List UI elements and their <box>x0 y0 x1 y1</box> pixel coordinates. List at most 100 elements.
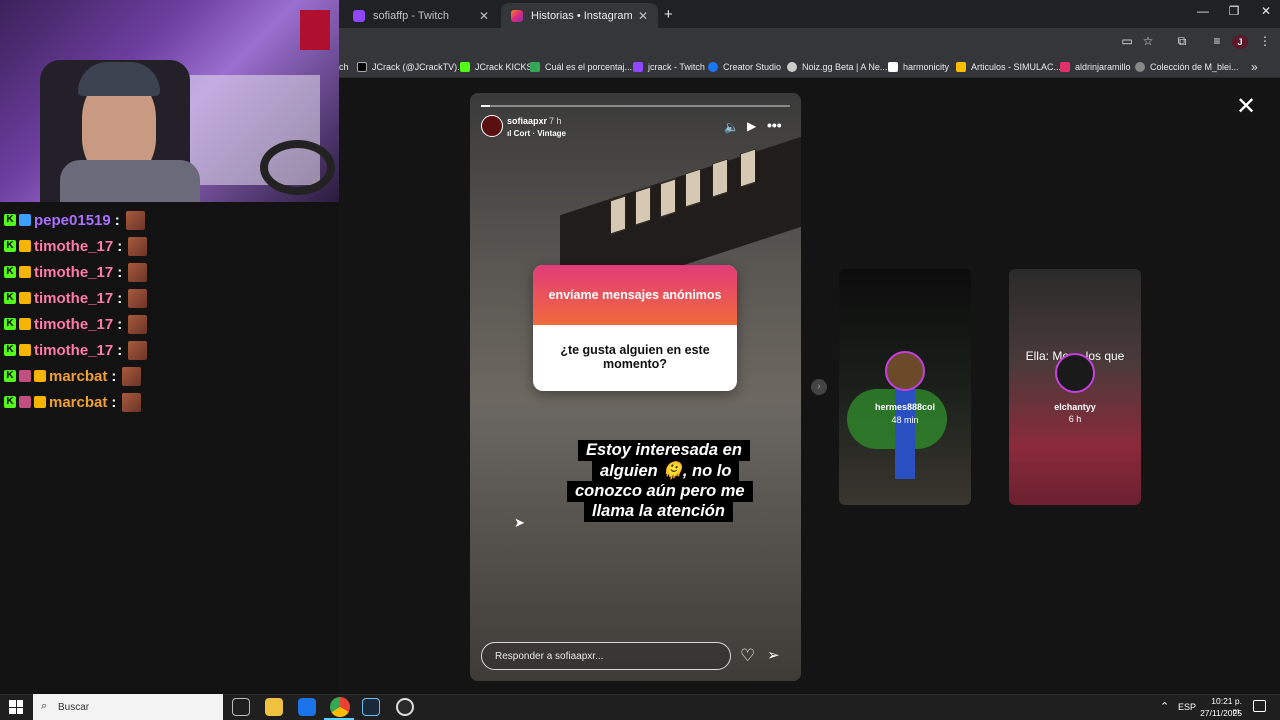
bookmarks-more-icon[interactable]: » <box>1251 59 1258 75</box>
bookmark-star-icon[interactable]: ☆ <box>1139 34 1157 50</box>
taskbar-search-input[interactable]: ⌕ Buscar <box>33 694 223 720</box>
bookmark-articulos[interactable]: Articulos - SIMULAC... <box>956 59 1061 75</box>
restore-button[interactable]: ❐ <box>1219 4 1249 18</box>
extensions-icon[interactable]: ⧉ <box>1173 34 1191 50</box>
bookmark-noiz[interactable]: Noiz.gg Beta | A Ne... <box>787 59 887 75</box>
chat-username[interactable]: timothe_17 <box>34 238 113 255</box>
bookmark-label: Colección de M_blei... <box>1150 62 1239 72</box>
windows-start-icon[interactable] <box>9 700 23 714</box>
kick-badge-icon: K <box>4 396 16 408</box>
chat-username[interactable]: timothe_17 <box>34 342 113 359</box>
cast-icon[interactable]: ▭ <box>1118 34 1136 50</box>
close-tab-icon[interactable]: ✕ <box>479 9 489 23</box>
question-sticker[interactable]: envíame mensajes anónimos ¿te gusta algu… <box>533 265 737 391</box>
crown-badge-icon <box>34 370 46 382</box>
tab-label: Historias • Instagram <box>531 9 633 22</box>
chat-username[interactable]: timothe_17 <box>34 264 113 281</box>
chat-message: K timothe_17 : <box>4 287 148 309</box>
preview-username: hermes888col <box>874 402 936 412</box>
story-progress-track <box>481 105 790 107</box>
outlook-icon[interactable] <box>298 698 316 716</box>
crown-badge-icon <box>19 240 31 252</box>
tab-twitch[interactable]: sofiaffp - Twitch ✕ <box>343 3 499 28</box>
file-explorer-icon[interactable] <box>265 698 283 716</box>
chat-message: K timothe_17 : <box>4 235 148 257</box>
music-label: Cort · Vintage <box>513 129 566 138</box>
caption-line: Estoy interesada en <box>578 440 750 461</box>
preview-time: 6 h <box>1068 414 1082 424</box>
emote-icon <box>128 314 148 334</box>
menu-item-image <box>685 168 701 208</box>
clock-date[interactable]: 27/11/2025 <box>1200 708 1242 718</box>
menu-item-image <box>660 178 676 218</box>
story-time: 7 h <box>549 116 562 126</box>
bookmark-jcrack-twitch[interactable]: jcrack - Twitch <box>633 59 705 75</box>
tab-instagram[interactable]: Historias • Instagram ✕ <box>501 3 658 28</box>
crown-badge-icon <box>34 396 46 408</box>
steam-icon[interactable] <box>362 698 380 716</box>
chat-username[interactable]: marcbat <box>49 368 107 385</box>
reply-input[interactable]: Responder a sofiaapxr... <box>481 642 731 670</box>
crown-badge-icon <box>19 292 31 304</box>
emote-icon <box>122 392 142 412</box>
next-story-arrow-icon[interactable]: › <box>811 379 827 395</box>
facebook-logo-icon <box>708 62 718 72</box>
chat-username[interactable]: timothe_17 <box>34 290 113 307</box>
site-favicon-icon <box>1135 62 1145 72</box>
tray-chevron-icon[interactable]: ⌃ <box>1160 700 1169 713</box>
tab-label: sofiaffp - Twitch <box>373 9 450 22</box>
task-view-icon[interactable] <box>232 698 250 716</box>
bookmark-aldrin[interactable]: aldrinjaramillo <box>1060 59 1131 75</box>
steering-wheel-image <box>260 140 335 195</box>
bookmark-kick[interactable]: JCrack KICKS <box>460 59 533 75</box>
instagram-logo-icon <box>1060 62 1070 72</box>
mouse-cursor-icon: ➤ <box>514 515 525 530</box>
mute-icon[interactable]: 🔈 <box>724 120 739 134</box>
bookmark-label: Cuál es el porcentaj... <box>545 62 633 72</box>
language-indicator[interactable]: ESP <box>1178 702 1196 712</box>
chat-username[interactable]: marcbat <box>49 394 107 411</box>
new-tab-button[interactable]: + <box>664 6 673 23</box>
story-user-avatar[interactable] <box>481 115 503 137</box>
crown-badge-icon <box>19 344 31 356</box>
chat-separator: : <box>117 237 123 255</box>
chat-separator: : <box>117 289 123 307</box>
bookmark-x-jcrack[interactable]: JCrack (@JCrackTV)... <box>357 59 465 75</box>
share-send-icon[interactable]: ➢ <box>767 646 780 664</box>
emote-icon <box>122 366 142 386</box>
bookmark-label: JCrack KICKS <box>475 62 533 72</box>
bookmark-porcentaje[interactable]: Cuál es el porcentaj... <box>530 59 632 75</box>
chat-username[interactable]: pepe01519 <box>34 212 111 229</box>
cap-image <box>78 62 160 96</box>
bookmark-label: Articulos - SIMULAC... <box>971 62 1062 72</box>
close-window-button[interactable]: ✕ <box>1251 4 1280 18</box>
close-story-button[interactable]: ✕ <box>1236 92 1256 121</box>
bookmark-twitch[interactable]: ch <box>339 59 349 75</box>
browser-menu-icon[interactable]: ⋮ <box>1256 34 1274 50</box>
chat-username[interactable]: timothe_17 <box>34 316 113 333</box>
preview-avatar[interactable] <box>885 351 925 391</box>
close-tab-icon[interactable]: ✕ <box>638 9 648 23</box>
chat-separator: : <box>111 367 117 385</box>
bookmark-coleccion[interactable]: Colección de M_blei... <box>1135 59 1239 75</box>
story-music[interactable]: ıl Cort · Vintage <box>507 129 566 138</box>
more-options-icon[interactable]: ••• <box>767 117 782 133</box>
chrome-icon[interactable] <box>330 697 350 717</box>
drive-logo-icon <box>956 62 966 72</box>
bookmark-harmonicity[interactable]: harmonicity <box>888 59 949 75</box>
preview-avatar[interactable] <box>1055 353 1095 393</box>
harmonicity-logo-icon <box>888 62 898 72</box>
notifications-icon[interactable] <box>1253 700 1266 712</box>
bookmark-label: aldrinjaramillo <box>1075 62 1131 72</box>
bookmark-creator-studio[interactable]: Creator Studio <box>708 59 781 75</box>
x-logo-icon <box>357 62 367 72</box>
profile-avatar-icon[interactable]: J <box>1232 35 1248 49</box>
play-icon[interactable]: ▶ <box>747 119 756 133</box>
story-username[interactable]: sofiaapxr <box>507 116 547 126</box>
chat-message: K timothe_17 : <box>4 313 148 335</box>
emote-icon <box>128 262 148 282</box>
like-heart-icon[interactable]: ♡ <box>740 646 755 666</box>
obs-icon[interactable] <box>396 698 414 716</box>
media-control-icon[interactable]: ≡ <box>1208 34 1226 50</box>
minimize-button[interactable]: — <box>1188 4 1218 18</box>
